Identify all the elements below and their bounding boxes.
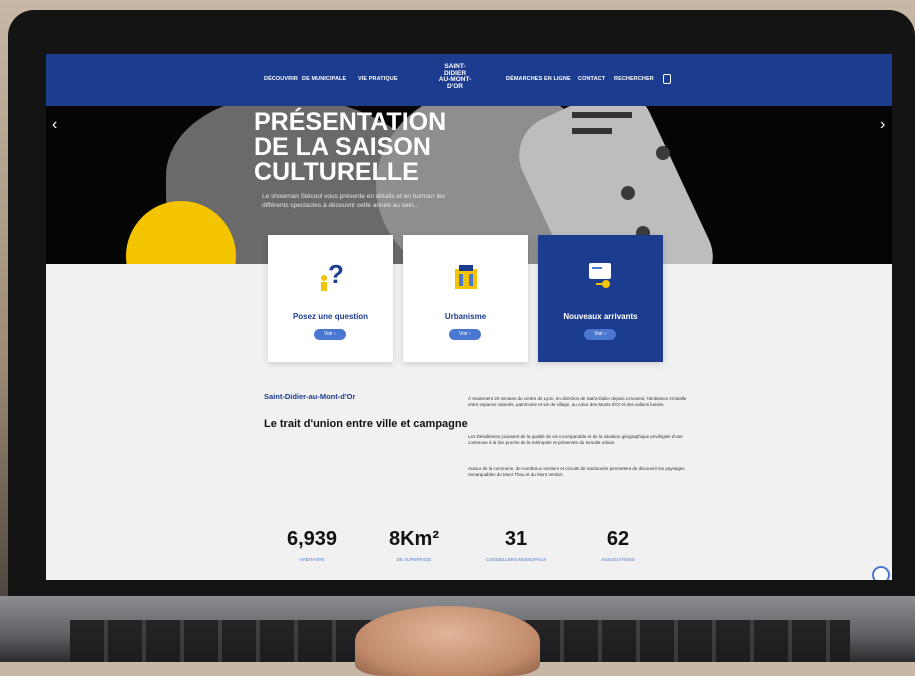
hero-dot [656, 146, 670, 160]
site-header: DÉCOUVRIR DE MUNICIPALE VIE PRATIQUE SAI… [46, 54, 892, 106]
stat-associations: 62 ASSOCIATIONS [568, 528, 668, 562]
intro-subtitle: Saint-Didier-au-Mont-d'Or [264, 392, 356, 401]
nav-search[interactable]: RECHERCHER [614, 76, 654, 82]
card-question[interactable]: ? Posez une question Voir › [268, 235, 393, 362]
hero-line [572, 112, 632, 118]
hero-title: PRÉSENTATION DE LA SAISON CULTURELLE [254, 110, 484, 185]
card-title: Nouveaux arrivants [563, 312, 638, 321]
hero-title-line: PRÉSENTATION [254, 108, 447, 136]
stat-value: 62 [606, 528, 630, 550]
card-urbanisme[interactable]: Urbanisme Voir › [403, 235, 528, 362]
hero-text: Le showman Stécoul vous présente en déta… [262, 193, 445, 209]
building-icon [455, 265, 477, 289]
stat-superficie: 8Km² DE SUPERFICIE [364, 528, 464, 562]
intro-heading: Le trait d'union entre ville et campagne [264, 418, 468, 430]
stat-value: 8Km² [388, 528, 439, 550]
chat-icon[interactable] [872, 566, 890, 580]
site-logo[interactable]: SAINT- DIDIER AU-MONT- D'OR [438, 63, 472, 90]
website-screen: DÉCOUVRIR DE MUNICIPALE VIE PRATIQUE SAI… [46, 54, 892, 580]
stat-value: 6,939 [286, 528, 338, 550]
key-card-icon [589, 263, 611, 288]
card-title: Urbanisme [444, 312, 487, 321]
card-nouveaux-arrivants[interactable]: Nouveaux arrivants Voir › [538, 235, 663, 362]
stat-label: ASSOCIATIONS [601, 557, 635, 562]
nav-municipale[interactable]: DE MUNICIPALE [302, 76, 346, 82]
logo-line: D'OR [447, 82, 463, 90]
intro-paragraph: Les Désidériens jouissent de la qualité … [468, 434, 683, 445]
stat-habitants: 6,939 HABITANTS [262, 528, 362, 562]
hero-line [572, 128, 612, 134]
nav-decouvrir[interactable]: DÉCOUVRIR [264, 76, 298, 82]
card-button[interactable]: Voir › [449, 329, 481, 340]
stat-value: 31 [504, 528, 528, 550]
hand [355, 606, 540, 676]
nav-demarches[interactable]: DÉMARCHES EN LIGNE [506, 76, 571, 82]
chevron-right-icon[interactable]: › [880, 116, 885, 134]
question-icon: ? [321, 259, 344, 291]
nav-contact[interactable]: CONTACT [578, 76, 605, 82]
intro-paragraph: Autour de la commune, de nombreux sentie… [468, 466, 685, 477]
intro-paragraph: À seulement 20 minutes du centre de Lyon… [468, 396, 687, 407]
stat-label: CONSEILLERS MUNICIPAUX [485, 557, 547, 562]
card-title: Posez une question [292, 312, 369, 321]
hero-title-line: DE LA SAISON [254, 133, 431, 161]
stat-conseillers: 31 CONSEILLERS MUNICIPAUX [466, 528, 566, 562]
nav-vie-pratique[interactable]: VIE PRATIQUE [358, 76, 398, 82]
hero-title-line: CULTURELLE [254, 158, 419, 186]
card-button[interactable]: Voir › [314, 329, 346, 340]
card-button[interactable]: Voir › [584, 329, 616, 340]
stat-label: HABITANTS [299, 557, 325, 562]
search-icon[interactable] [663, 74, 671, 84]
chevron-left-icon[interactable]: ‹ [52, 116, 57, 134]
stat-label: DE SUPERFICIE [396, 557, 432, 562]
hero-dot [621, 186, 635, 200]
laptop-frame: DÉCOUVRIR DE MUNICIPALE VIE PRATIQUE SAI… [8, 10, 915, 610]
svg-text:?: ? [328, 259, 344, 289]
